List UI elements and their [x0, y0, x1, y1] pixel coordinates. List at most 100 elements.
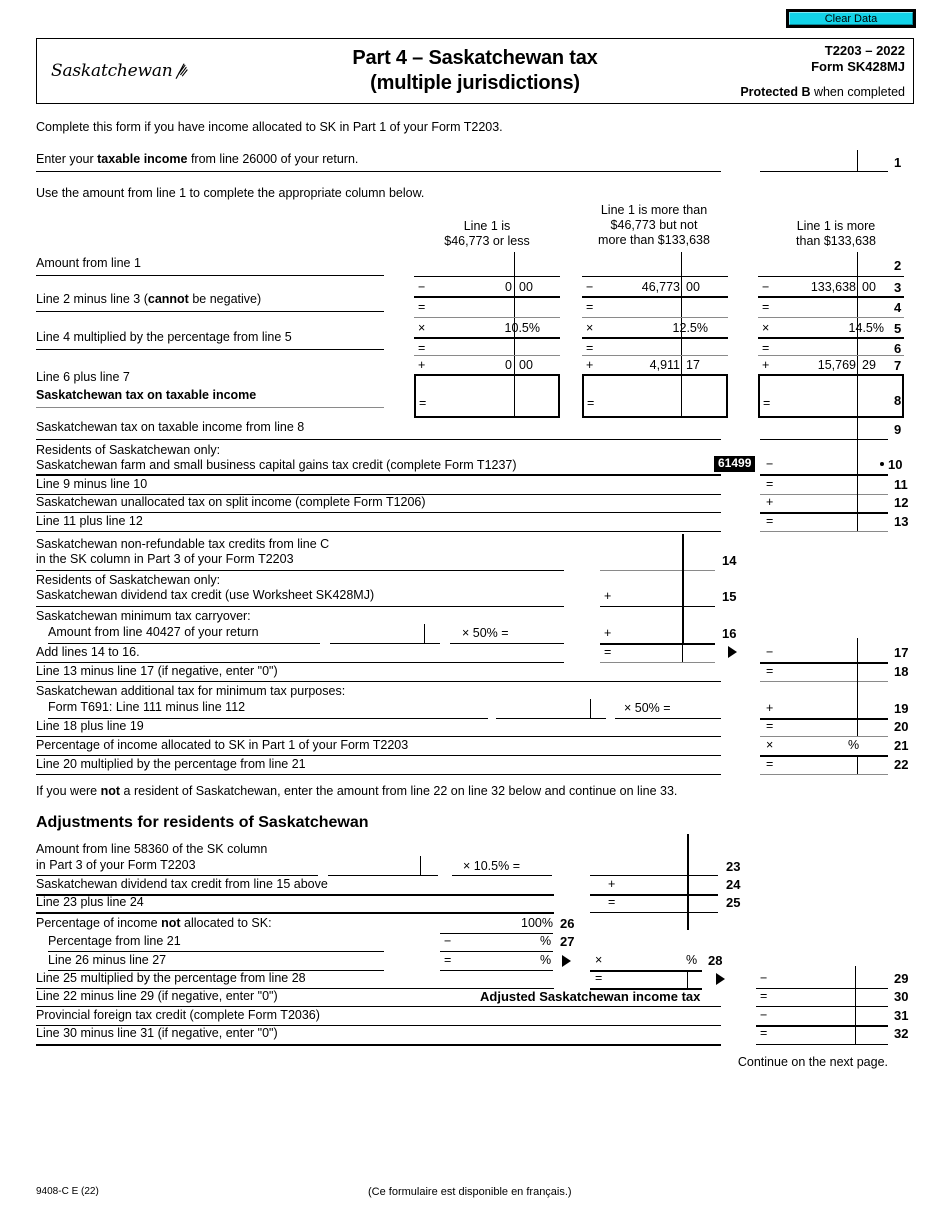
row-31-input[interactable] [774, 1008, 854, 1025]
row-27-input[interactable] [458, 934, 540, 951]
row-4-c1-top [414, 296, 560, 298]
row-4-col2-op: = [586, 300, 594, 314]
row-8-col1-input[interactable] [430, 396, 514, 413]
row-10-input[interactable] [780, 457, 858, 474]
row-25-rule [36, 912, 554, 914]
row-13-rule [36, 531, 721, 532]
row-2-col2-input[interactable] [588, 256, 684, 274]
line1-label-bold: taxable income [97, 152, 188, 166]
row-19-input[interactable] [780, 701, 858, 718]
row-9-input[interactable] [762, 422, 858, 439]
row-8-col2-op: = [587, 396, 595, 410]
row-10-op: − [766, 457, 774, 471]
row-18-input[interactable] [780, 664, 858, 681]
row-16-label-rule [48, 643, 320, 644]
use-amount-note: Use the amount from line 1 to complete t… [36, 186, 425, 200]
row-14-label-a: Saskatchewan non-refundable tax credits … [36, 537, 330, 551]
row-13-input[interactable] [780, 514, 858, 531]
row-22-input[interactable] [780, 757, 858, 774]
row-28-input[interactable] [610, 953, 686, 970]
row-24-input[interactable] [622, 877, 686, 894]
row-2-col1-input[interactable] [420, 256, 516, 274]
lineno-2: 2 [894, 258, 902, 273]
row-15-op: + [604, 589, 612, 603]
row-25-input[interactable] [622, 895, 686, 912]
row-5-c3-divider [857, 318, 858, 338]
row-8-label-a: Line 6 plus line 7 [36, 370, 130, 384]
row-4-label: Line 2 minus line 3 (cannot be negative) [36, 292, 262, 306]
column-heading-2-l3: more than $133,638 [598, 233, 710, 247]
row-11-input[interactable] [780, 477, 858, 494]
row-12-input[interactable] [780, 495, 858, 512]
row-17-op: − [766, 645, 774, 659]
row-19-op: + [766, 701, 774, 715]
row-25-op: = [608, 895, 616, 909]
row-8-col2-input[interactable] [598, 396, 682, 413]
row-7-c2-top [582, 355, 728, 356]
row-10-label-a: Residents of Saskatchewan only: [36, 443, 221, 457]
row-22-rule [36, 774, 721, 775]
adjusted-sk-income-tax-label: Adjusted Saskatchewan income tax [480, 989, 701, 1004]
nonresident-note-bold: not [100, 784, 121, 798]
column-heading-3-l2: than $133,638 [796, 234, 876, 248]
row-17-mid-input[interactable] [618, 645, 716, 662]
row-32-input[interactable] [774, 1026, 854, 1043]
row-7-c3-divider [857, 356, 858, 374]
form-header: Saskatchewan Part 4 – Saskatchewan tax (… [36, 38, 914, 104]
lineno-24: 24 [726, 877, 741, 892]
row-7-col2-cents: 17 [686, 358, 700, 372]
row-3-c2-divider [681, 277, 682, 297]
row-28-pct-input[interactable] [458, 953, 540, 970]
row-20-input[interactable] [780, 719, 858, 736]
row-24-label: Saskatchewan dividend tax credit from li… [36, 877, 328, 891]
row-29-op2: − [760, 971, 768, 985]
row-17-input[interactable] [780, 645, 858, 662]
row-18-divider [857, 663, 858, 681]
row-7-col1-cents: 00 [519, 358, 533, 372]
lineno-20: 20 [894, 719, 909, 734]
row-28-percent-sign-2: % [686, 953, 698, 967]
row-4-col3-input[interactable] [774, 300, 860, 317]
row-23-input[interactable] [592, 859, 686, 876]
row-11-op: = [766, 477, 774, 491]
row-23-mult-rule [452, 875, 552, 876]
row-2-col3-input[interactable] [764, 256, 860, 274]
line1-field-rule [760, 171, 888, 172]
clear-data-button[interactable]: Clear Data [789, 12, 913, 25]
row-4-col2-input[interactable] [598, 300, 684, 317]
row-26-label: Percentage of income not allocated to SK… [36, 916, 272, 930]
row-25-field-rule [590, 912, 718, 913]
row-6-col3-op: = [762, 341, 770, 355]
row-16-amount-input[interactable] [332, 626, 426, 643]
row-30-input[interactable] [774, 989, 854, 1006]
row-19-label-b: Form T691: Line 111 minus line 112 [48, 700, 246, 714]
row-13-divider [857, 513, 858, 531]
row-8-c1-divider [514, 376, 515, 416]
row-10-code-61499: 61499 [714, 456, 756, 472]
row-23-amount-input[interactable] [330, 858, 422, 875]
lineno-1: 1 [894, 155, 902, 170]
row-24-op: + [608, 877, 616, 891]
row-21-rule [36, 755, 721, 756]
lineno-14: 14 [722, 553, 737, 568]
row-11-divider [857, 475, 858, 494]
row-7-c1-divider [514, 356, 515, 374]
row-21-op: × [766, 738, 774, 752]
lineno-32: 32 [894, 1026, 909, 1041]
row-4-col1-input[interactable] [430, 300, 516, 317]
row-6-c2-top [582, 337, 728, 339]
lineno-16: 16 [722, 626, 737, 641]
row-21-input[interactable] [780, 738, 850, 755]
row-19-amount-input[interactable] [498, 701, 592, 718]
row-15-input[interactable] [618, 589, 716, 606]
row-14-input[interactable] [602, 553, 716, 570]
line1-amount-input[interactable] [762, 154, 858, 171]
row-16-input[interactable] [618, 626, 716, 643]
row-8-col3-input[interactable] [774, 396, 858, 413]
row-4-col3-op: = [762, 300, 770, 314]
row-20-field-rule [760, 736, 888, 737]
row-29-input[interactable] [774, 971, 854, 988]
row-10-rule [36, 474, 721, 476]
lineno-28: 28 [708, 953, 723, 968]
row-29-mid-input[interactable] [610, 971, 686, 988]
